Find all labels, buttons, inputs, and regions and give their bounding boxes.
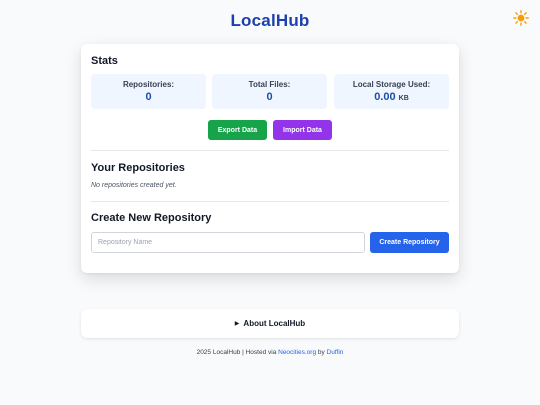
stat-value: 0 (266, 91, 273, 103)
create-repository-title: Create New Repository (91, 212, 212, 224)
footer-by-text: by (316, 349, 327, 356)
sun-icon (513, 10, 529, 26)
export-data-button[interactable]: Export Data (208, 120, 267, 140)
repository-name-input[interactable] (91, 232, 365, 253)
about-label: About LocalHub (243, 319, 306, 328)
footer: 2025 LocalHub | Hosted via Neocities.org… (0, 349, 540, 356)
divider (91, 201, 449, 202)
stat-repositories: Repositories: 0 (91, 74, 206, 109)
divider (91, 150, 449, 151)
footer-text: 2025 LocalHub | Hosted via (196, 349, 279, 356)
about-toggle[interactable]: ▶ About LocalHub (81, 309, 459, 338)
app-title: LocalHub (230, 11, 310, 30)
repositories-title: Your Repositories (91, 162, 185, 174)
stat-value: 0 (145, 91, 152, 103)
stat-storage-used: Local Storage Used: 0.00 KB (334, 74, 449, 109)
stat-value: 0.00 KB (374, 91, 409, 103)
stat-total-files: Total Files: 0 (212, 74, 327, 109)
theme-toggle-button[interactable] (511, 8, 531, 28)
create-repository-button[interactable]: Create Repository (370, 232, 449, 253)
empty-repositories-message: No repositories created yet. (91, 182, 177, 189)
neocities-link[interactable]: Neocities.org (278, 349, 316, 356)
stat-label: Repositories: (122, 80, 175, 89)
author-link[interactable]: Duffin (327, 349, 344, 356)
stat-label: Total Files: (248, 80, 291, 89)
triangle-right-icon: ▶ (234, 321, 240, 327)
stat-label: Local Storage Used: (352, 80, 431, 89)
import-data-button[interactable]: Import Data (273, 120, 332, 140)
stat-unit: KB (398, 95, 409, 102)
stats-title: Stats (91, 55, 118, 67)
main-card: Stats Repositories: 0 Total Files: 0 Loc… (81, 44, 459, 273)
